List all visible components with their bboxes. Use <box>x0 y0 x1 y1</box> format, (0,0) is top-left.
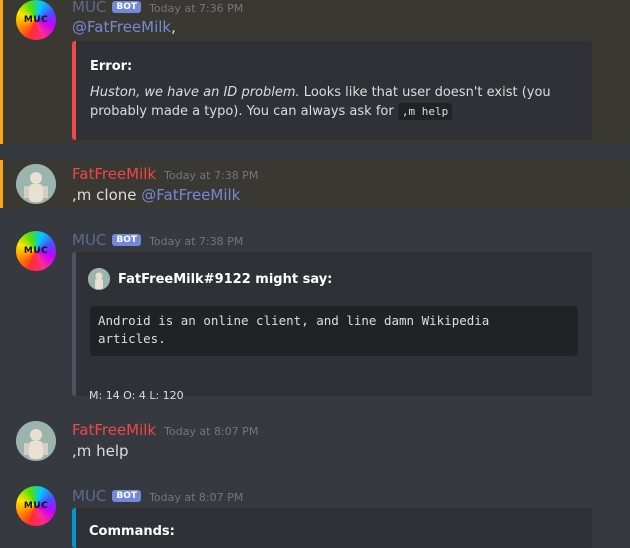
mention-suffix: , <box>171 18 176 36</box>
message-header: FatFreeMilk Today at 8:07 PM <box>72 420 258 439</box>
bot-badge: BOT <box>112 490 142 502</box>
embed-title: Commands: <box>89 524 175 539</box>
message-text: @FatFreeMilk, <box>72 18 176 36</box>
message-muc-clone-result: MUC MUC BOT Today at 7:38 PM FatFreeMilk#9… <box>0 228 630 402</box>
username[interactable]: FatFreeMilk <box>72 165 156 183</box>
command-text: ,m clone <box>72 186 142 204</box>
username[interactable]: FatFreeMilk <box>72 421 156 439</box>
timestamp[interactable]: Today at 8:07 PM <box>149 491 243 504</box>
embed-italic-text: Huston, we have an ID problem. <box>90 85 300 100</box>
timestamp[interactable]: Today at 7:38 PM <box>149 235 243 248</box>
message-header: MUC BOT Today at 8:07 PM <box>72 486 243 505</box>
message-fatfreemilk-clone: FatFreeMilk Today at 7:38 PM ,m clone @Fa… <box>0 160 630 208</box>
username[interactable]: MUC <box>72 487 106 505</box>
timestamp[interactable]: Today at 7:36 PM <box>149 2 243 15</box>
embed-title: Error: <box>90 59 133 74</box>
message-header: FatFreeMilk Today at 7:38 PM <box>72 164 258 183</box>
embed-author: FatFreeMilk#9122 might say: <box>88 268 332 290</box>
user-mention[interactable]: @FatFreeMilk <box>141 186 240 204</box>
bot-badge: BOT <box>112 1 142 13</box>
bot-badge: BOT <box>112 234 142 246</box>
message-muc-commands: MUC MUC BOT Today at 8:07 PM Commands: <box>0 484 630 548</box>
inline-code: ,m help <box>397 103 453 120</box>
fatfreemilk-avatar[interactable] <box>16 421 56 461</box>
message-text: ,m help <box>72 442 129 460</box>
timestamp[interactable]: Today at 7:38 PM <box>164 169 258 182</box>
embed-description: Huston, we have an ID problem. Looks lik… <box>90 83 576 121</box>
code-line: articles. <box>98 331 166 346</box>
message-header: MUC BOT Today at 7:36 PM <box>72 0 243 16</box>
muc-avatar[interactable]: MUC <box>16 231 56 271</box>
embed-author-name: FatFreeMilk#9122 might say: <box>118 271 333 287</box>
author-avatar <box>88 268 110 290</box>
message-text: ,m clone @FatFreeMilk <box>72 186 240 204</box>
muc-avatar-logo: MUC <box>23 246 49 256</box>
muc-avatar[interactable]: MUC <box>16 0 56 40</box>
username[interactable]: MUC <box>72 0 106 16</box>
code-block: Android is an online client, and line da… <box>90 306 578 356</box>
message-header: MUC BOT Today at 7:38 PM <box>72 230 243 249</box>
timestamp[interactable]: Today at 8:07 PM <box>164 425 258 438</box>
clone-embed: FatFreeMilk#9122 might say: Android is a… <box>72 252 592 402</box>
code-line: Android is an online client, and line da… <box>98 313 490 328</box>
message-fatfreemilk-help: FatFreeMilk Today at 8:07 PM ,m help <box>0 418 630 466</box>
username[interactable]: MUC <box>72 231 106 249</box>
muc-avatar[interactable]: MUC <box>16 486 56 526</box>
user-mention[interactable]: @FatFreeMilk <box>72 18 171 36</box>
embed-footer: M: 14 O: 4 L: 120 <box>89 389 184 402</box>
muc-avatar-logo: MUC <box>23 501 49 511</box>
commands-embed: Commands: <box>72 508 592 548</box>
muc-avatar-logo: MUC <box>23 15 49 25</box>
message-muc-error: MUC MUC BOT Today at 7:36 PM @FatFreeMilk,… <box>0 0 630 144</box>
fatfreemilk-avatar[interactable] <box>16 164 56 204</box>
error-embed: Error: Huston, we have an ID problem. Lo… <box>72 41 592 140</box>
